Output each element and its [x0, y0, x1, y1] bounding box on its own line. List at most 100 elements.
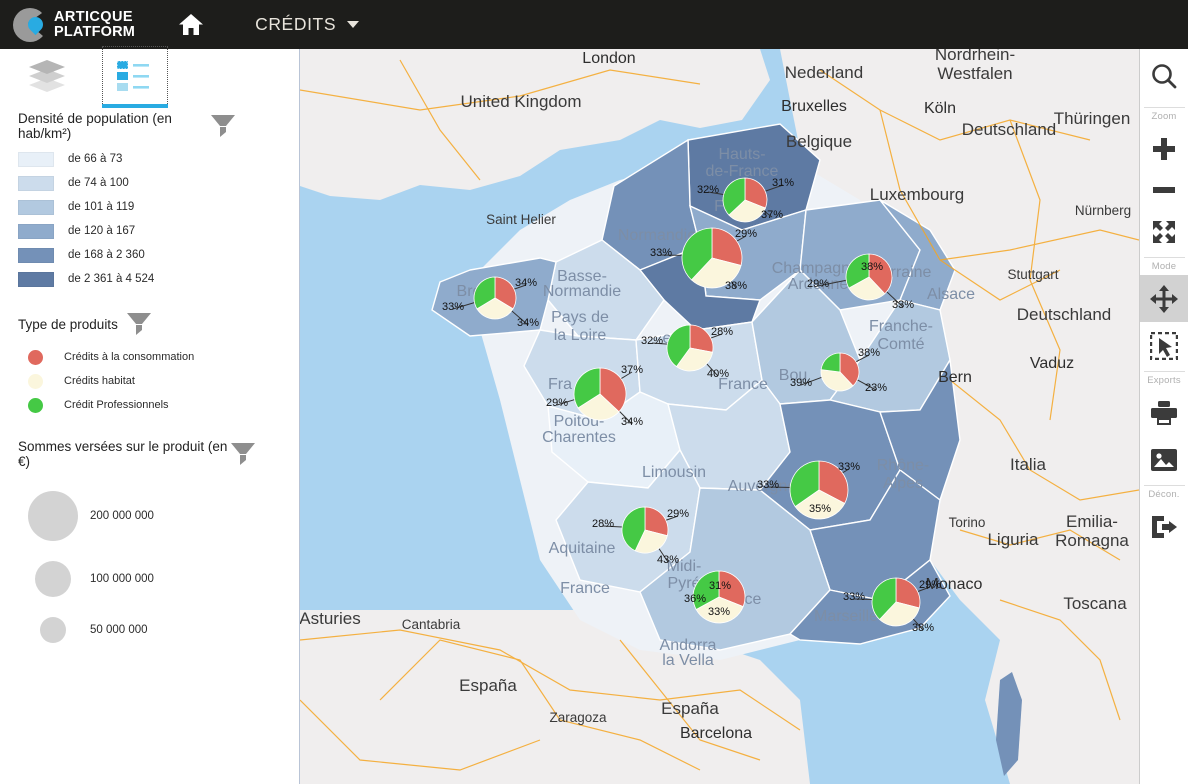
logout-button[interactable] — [1140, 503, 1188, 550]
density-legend-item[interactable]: de 120 à 167 — [18, 219, 283, 243]
map-place-label: la Loire — [554, 327, 607, 344]
funnel-icon[interactable] — [229, 441, 257, 467]
map-place-label: de-France — [706, 163, 779, 180]
product-color-dot — [28, 373, 43, 389]
density-legend-rows: de 66 à 73 de 74 à 100 de 101 à 119 de 120 … — [16, 147, 283, 291]
credits-menu[interactable]: CRÉDITS — [255, 14, 360, 35]
product-legend-label: Crédits à la consommation — [64, 351, 195, 363]
map-place-label: Fra — [548, 376, 572, 393]
map-place-label: Franche- — [869, 318, 933, 335]
tab-layers[interactable] — [14, 46, 80, 104]
map-place-label: Nürnberg — [1075, 203, 1131, 218]
pie-percent-label: 31% — [772, 177, 794, 189]
pie-percent-label: 33% — [838, 461, 860, 473]
size-legend-label: 100 000 000 — [90, 573, 154, 585]
exports-section-caption: Exports — [1147, 375, 1181, 386]
map-place-label: Charentes — [542, 429, 616, 446]
plus-icon — [1153, 137, 1175, 160]
pie-percent-label: 33% — [442, 301, 464, 313]
size-legend-label: 50 000 000 — [90, 624, 148, 636]
toolbar-divider — [1143, 371, 1185, 372]
zoom-out-button[interactable] — [1140, 172, 1188, 208]
pie-percent-label: 33% — [757, 479, 779, 491]
map-place-label: Asturies — [300, 609, 361, 628]
funnel-icon[interactable] — [125, 311, 153, 337]
size-legend-label: 200 000 000 — [90, 510, 154, 522]
density-legend-label: de 74 à 100 — [68, 177, 129, 189]
map-place-label: Cantabria — [402, 617, 461, 632]
export-print-button[interactable] — [1140, 389, 1188, 436]
pie-percent-label: 37% — [621, 364, 643, 376]
map-place-label: Torino — [949, 515, 986, 530]
pie-percent-label: 29% — [546, 397, 568, 409]
toolbar-divider — [1143, 257, 1185, 258]
map-canvas[interactable]: London United Kingdom Nederland Nordrhein- W… — [300, 49, 1139, 784]
logout-section-caption: Décon. — [1148, 489, 1180, 500]
pie-percent-label: 23% — [865, 382, 887, 394]
zoom-fit-button[interactable] — [1140, 208, 1188, 255]
map-place-label: España — [661, 699, 719, 718]
mode-select-button[interactable] — [1140, 322, 1188, 369]
size-legend-item[interactable]: 50 000 000 — [16, 607, 283, 653]
map-place-label: Comté — [877, 336, 924, 353]
map-place-label: Nordrhein- — [935, 49, 1015, 64]
product-legend-item[interactable]: Crédits habitat — [18, 369, 283, 393]
expand-arrows-icon — [1153, 220, 1175, 243]
app-header: ARTICQUE PLATFORM CRÉDITS — [0, 0, 1188, 49]
map-place-label: Stuttgart — [1007, 267, 1058, 282]
map-place-label: Nederland — [785, 63, 863, 82]
zoom-in-button[interactable] — [1140, 125, 1188, 172]
mode-pan-button[interactable] — [1139, 275, 1188, 322]
tab-legend[interactable] — [102, 46, 168, 108]
layers-icon — [29, 60, 65, 92]
size-legend-header: Sommes versées sur le produit (en €) — [16, 439, 283, 469]
logout-icon — [1152, 515, 1177, 538]
size-legend-item[interactable]: 200 000 000 — [16, 481, 283, 551]
legend-list-icon — [116, 60, 149, 91]
brand-logo[interactable]: ARTICQUE PLATFORM — [13, 7, 135, 42]
pie-percent-label: 29% — [735, 228, 757, 240]
export-image-button[interactable] — [1140, 436, 1188, 483]
panel-tabs — [0, 46, 299, 108]
brand-name: ARTICQUE PLATFORM — [54, 10, 135, 39]
brand-line-2: PLATFORM — [54, 23, 136, 40]
map-place-label: Alsace — [927, 286, 975, 303]
search-button[interactable] — [1140, 49, 1188, 105]
product-legend-rows: Crédits à la consommation Crédits habitat… — [16, 345, 283, 417]
product-legend-title: Type de produits — [18, 316, 118, 332]
map-place-label: Marseille — [814, 608, 878, 625]
home-button[interactable] — [171, 5, 211, 45]
map-place-label: Limousin — [642, 464, 706, 481]
map-place-label: Bruxelles — [781, 98, 847, 115]
brand-line-1: ARTICQUE — [54, 9, 133, 25]
product-legend-item[interactable]: Crédit Professionnels — [18, 393, 283, 417]
left-panel: Densité de population (en hab/km²) de 66… — [0, 46, 300, 784]
density-legend-item[interactable]: de 168 à 2 360 — [18, 243, 283, 267]
pie-percent-label: 33% — [843, 591, 865, 603]
product-legend-item[interactable]: Crédits à la consommation — [18, 345, 283, 369]
density-legend-item[interactable]: de 74 à 100 — [18, 171, 283, 195]
size-legend-item[interactable]: 100 000 000 — [16, 551, 283, 607]
map-place-label: Alpes — [883, 475, 923, 492]
pie-percent-label: 34% — [621, 416, 643, 428]
density-swatch — [18, 223, 54, 239]
pie-percent-label: 33% — [708, 606, 730, 618]
map-place-label: London — [582, 50, 635, 67]
pie-percent-label: 29% — [807, 278, 829, 290]
map-place-label: Italia — [1010, 455, 1046, 474]
density-legend-label: de 2 361 à 4 524 — [68, 273, 155, 285]
toolbar-divider — [1143, 107, 1185, 108]
density-legend-item[interactable]: de 2 361 à 4 524 — [18, 267, 283, 291]
pie-percent-label: 29% — [919, 579, 941, 591]
pie-percent-label: 28% — [711, 326, 733, 338]
toolbar-divider — [1143, 485, 1185, 486]
map-place-label: Vaduz — [1030, 355, 1074, 372]
density-legend-item[interactable]: de 101 à 119 — [18, 195, 283, 219]
pie-percent-label: 28% — [592, 518, 614, 530]
map-place-label: Saint Helier — [486, 212, 556, 227]
zoom-section-caption: Zoom — [1151, 111, 1177, 122]
density-swatch — [18, 247, 54, 263]
funnel-icon[interactable] — [209, 113, 237, 139]
density-legend-item[interactable]: de 66 à 73 — [18, 147, 283, 171]
density-swatch — [18, 271, 54, 287]
